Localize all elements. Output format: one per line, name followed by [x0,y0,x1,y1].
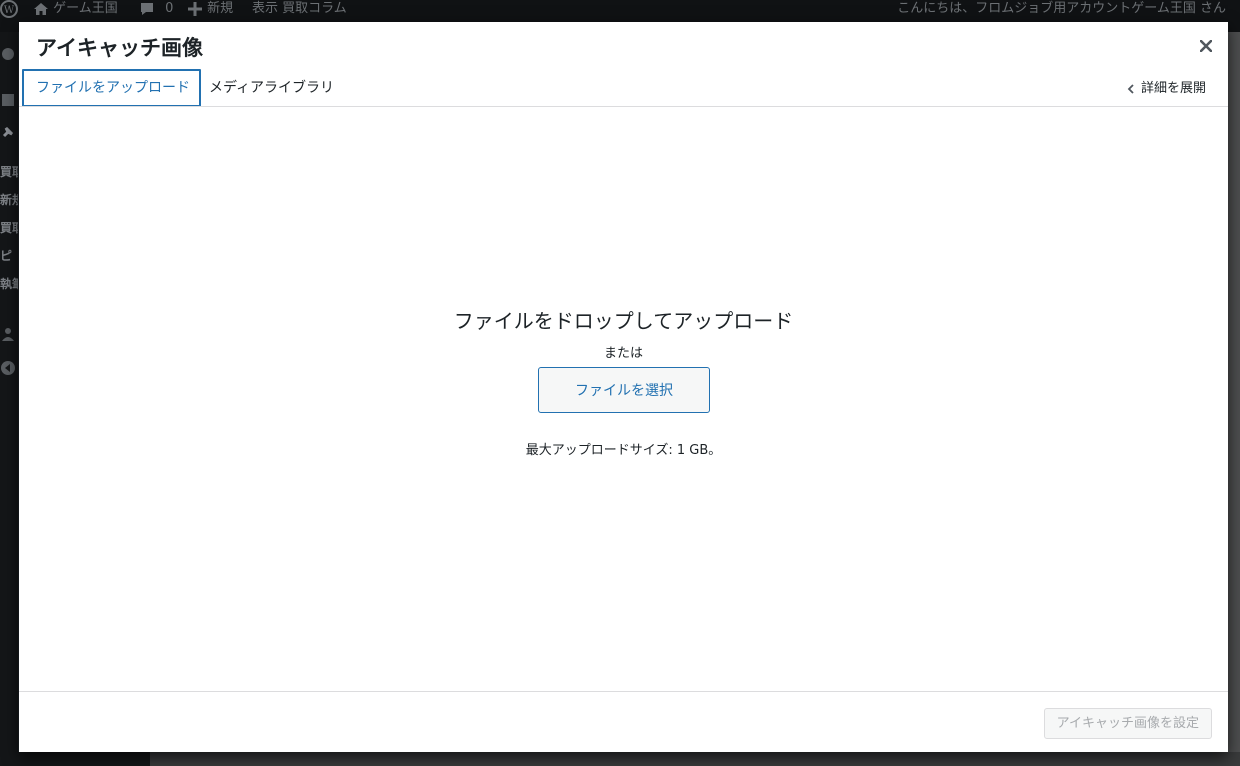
settings-icon[interactable] [0,92,16,108]
close-button[interactable] [1194,34,1218,58]
max-upload-size-text: 最大アップロードサイズ: 1 GB。 [525,443,722,458]
sidebar-item-3[interactable]: ピ [0,247,18,264]
sidebar-item-0[interactable]: 買取 [0,163,18,180]
modal-title: アイキャッチ画像 [36,36,203,60]
set-featured-image-button[interactable]: アイキャッチ画像を設定 [1043,708,1212,739]
chevron-left-icon [1127,83,1134,94]
page-background-bottom [0,752,1240,766]
or-separator-text: または [603,346,643,361]
comments-link[interactable]: 0 [139,0,173,18]
plus-icon [188,1,202,16]
drop-zone-title: ファイルをドロップしてアップロード [453,309,794,333]
sidebar-item-1[interactable]: 新規 [0,191,18,208]
view-post-link[interactable]: 表示 買取コラム [252,0,347,18]
site-name: ゲーム王国 [53,1,118,16]
new-label: 新規 [207,1,234,16]
collapse-menu-icon[interactable] [0,360,16,376]
header-divider [19,106,1228,107]
pin-icon[interactable] [0,124,16,140]
wordpress-logo-icon[interactable]: W [0,0,18,18]
admin-sidebar: 買取 新規 買取 ピ 執筆 [0,32,18,766]
account-greeting[interactable]: こんにちは、フロムジョブ用アカウントゲーム王国 さん [897,0,1226,18]
svg-text:W: W [4,5,15,16]
comment-icon [141,2,153,15]
select-files-button[interactable]: ファイルを選択 [538,367,710,413]
expand-details-button[interactable]: 詳細を展開 [1127,80,1206,98]
dashboard-icon[interactable] [0,46,16,62]
new-content-link[interactable]: 新規 [187,0,233,18]
home-icon [34,2,48,15]
sidebar-item-4[interactable]: 執筆 [0,275,18,292]
sidebar-item-2[interactable]: 買取 [0,219,18,236]
expand-details-label: 詳細を展開 [1140,81,1206,96]
featured-image-modal: アイキャッチ画像 ファイルをアップロード メディアライブラリ 詳細を展開 ファイ… [19,22,1228,752]
tab-upload-files[interactable]: ファイルをアップロード [22,69,201,107]
page-background-right [1228,32,1240,766]
user-icon[interactable] [0,326,16,342]
site-home-link[interactable]: ゲーム王国 [33,0,118,18]
close-icon [1200,40,1212,52]
footer-divider [19,691,1228,692]
comments-count: 0 [165,1,174,16]
tab-media-library[interactable]: メディアライブラリ [209,69,334,107]
